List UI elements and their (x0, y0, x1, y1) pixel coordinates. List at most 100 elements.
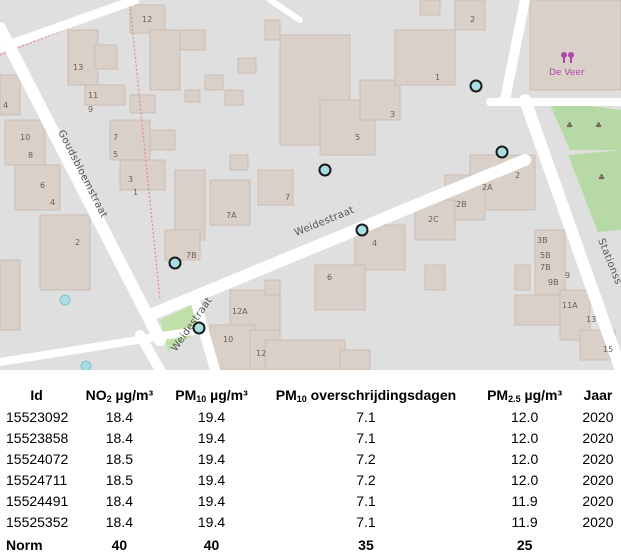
norm-no2: 40 (111, 536, 128, 553)
cell-id: 15525352 (6, 513, 69, 530)
norm-year (575, 532, 621, 555)
tree-icon: ♣ (595, 121, 602, 130)
cell-year: 2020 (582, 429, 614, 446)
cell-year: 2020 (582, 513, 614, 530)
svg-text:9B: 9B (548, 278, 559, 287)
svg-text:8: 8 (28, 151, 33, 160)
cell-year: 2020 (582, 450, 614, 467)
cell-year: 2020 (582, 471, 614, 488)
svg-text:2: 2 (75, 238, 80, 247)
svg-text:1: 1 (133, 188, 138, 197)
cell-pm10: 19.4 (197, 408, 226, 425)
cell-pm10: 19.4 (197, 471, 226, 488)
svg-text:3B: 3B (537, 236, 548, 245)
other-point-marker[interactable] (59, 294, 71, 306)
cell-id: 15523858 (6, 429, 69, 446)
svg-text:2: 2 (515, 171, 520, 180)
svg-text:2: 2 (470, 15, 475, 24)
svg-text:10: 10 (223, 335, 233, 344)
measurement-point-marker[interactable] (318, 163, 332, 177)
cell-pm10: 19.4 (197, 492, 226, 509)
svg-text:9: 9 (565, 271, 570, 280)
table-header-row: Id NO2 µg/m³ PM10 µg/m³ PM10 overschrijd… (0, 384, 621, 406)
svg-text:2B: 2B (456, 200, 467, 209)
measurements-table: Id NO2 µg/m³ PM10 µg/m³ PM10 overschrijd… (0, 384, 621, 555)
norm-label: Norm (6, 536, 43, 553)
svg-text:7: 7 (113, 133, 118, 142)
norm-pm25: 25 (516, 536, 533, 553)
tree-icon: ♣ (598, 173, 605, 182)
map[interactable]: ♣ ♣ ♣ Weidestraat Weidestraat Goudsbloem… (0, 0, 621, 370)
header-pm25: PM2.5 µg/m³ (487, 386, 563, 404)
svg-text:7: 7 (285, 193, 290, 202)
poi-label: De Veer (549, 68, 585, 78)
map-canvas: ♣ ♣ ♣ Weidestraat Weidestraat Goudsbloem… (0, 0, 621, 370)
cell-id: 15523092 (6, 408, 69, 425)
street-label: Goudsbloemstraat (55, 128, 109, 220)
norm-pm10-days: 35 (358, 536, 374, 553)
cell-pm10: 19.4 (197, 450, 226, 467)
cell-no2: 18.4 (105, 429, 133, 446)
cell-pm25: 12.0 (510, 408, 539, 425)
svg-text:12A: 12A (232, 307, 248, 316)
cell-pm10-days: 7.1 (356, 429, 376, 446)
header-pm10-days: PM10 overschrijdingsdagen (275, 386, 457, 404)
svg-text:6: 6 (40, 181, 45, 190)
cell-id: 15524491 (6, 492, 69, 509)
measurement-point-marker[interactable] (495, 145, 509, 159)
cell-id: 15524072 (6, 450, 69, 467)
svg-text:7B: 7B (540, 263, 551, 272)
header-pm10: PM10 µg/m³ (175, 386, 248, 404)
cell-pm25: 12.0 (510, 429, 539, 446)
norm-row: Norm 40 40 35 25 (0, 532, 621, 555)
measurement-point-marker[interactable] (355, 223, 369, 237)
table-row: 15524491 18.4 19.4 7.1 11.9 2020 (0, 490, 621, 511)
cell-pm25: 12.0 (510, 450, 539, 467)
svg-text:5B: 5B (540, 251, 551, 260)
svg-text:12: 12 (256, 349, 266, 358)
measurement-point-marker[interactable] (192, 321, 206, 335)
street-label: Stationss (595, 237, 621, 286)
tree-icon: ♣ (566, 121, 573, 130)
table-row: 15524072 18.5 19.4 7.2 12.0 2020 (0, 448, 621, 469)
table-row: 15523092 18.4 19.4 7.1 12.0 2020 (0, 406, 621, 427)
svg-text:7B: 7B (186, 251, 197, 260)
cell-pm25: 11.9 (511, 513, 538, 530)
cell-pm10: 19.4 (197, 513, 226, 530)
svg-text:13: 13 (586, 315, 596, 324)
cell-pm10-days: 7.1 (356, 408, 376, 425)
norm-pm10: 40 (203, 536, 220, 553)
cell-pm10-days: 7.2 (356, 450, 376, 467)
svg-text:3: 3 (390, 110, 395, 119)
svg-text:5: 5 (355, 133, 360, 142)
svg-text:11A: 11A (562, 301, 578, 310)
svg-text:1: 1 (435, 73, 440, 82)
svg-text:4: 4 (372, 239, 377, 248)
svg-text:10: 10 (20, 133, 30, 142)
svg-text:13: 13 (73, 63, 83, 72)
measurement-point-marker[interactable] (168, 256, 182, 270)
svg-text:12: 12 (142, 15, 152, 24)
cell-id: 15524711 (6, 471, 68, 488)
svg-text:11: 11 (88, 91, 98, 100)
park (548, 100, 621, 150)
svg-text:2A: 2A (482, 183, 493, 192)
svg-text:7A: 7A (226, 211, 237, 220)
other-point-marker[interactable] (80, 360, 92, 370)
header-no2: NO2 µg/m³ (85, 386, 154, 404)
cell-year: 2020 (582, 408, 614, 425)
table-row: 15523858 18.4 19.4 7.1 12.0 2020 (0, 427, 621, 448)
measurement-point-marker[interactable] (469, 79, 483, 93)
cell-pm10-days: 7.1 (356, 513, 376, 530)
cell-pm25: 12.0 (510, 471, 539, 488)
cell-no2: 18.5 (105, 471, 133, 488)
svg-text:5: 5 (113, 150, 118, 159)
svg-text:2C: 2C (428, 215, 439, 224)
table-row: 15524711 18.5 19.4 7.2 12.0 2020 (0, 469, 621, 490)
cell-no2: 18.4 (105, 408, 133, 425)
svg-text:6: 6 (327, 273, 332, 282)
cell-year: 2020 (582, 492, 614, 509)
svg-text:15: 15 (603, 345, 613, 354)
table-row: 15525352 18.4 19.4 7.1 11.9 2020 (0, 511, 621, 532)
cell-pm10-days: 7.1 (356, 492, 376, 509)
